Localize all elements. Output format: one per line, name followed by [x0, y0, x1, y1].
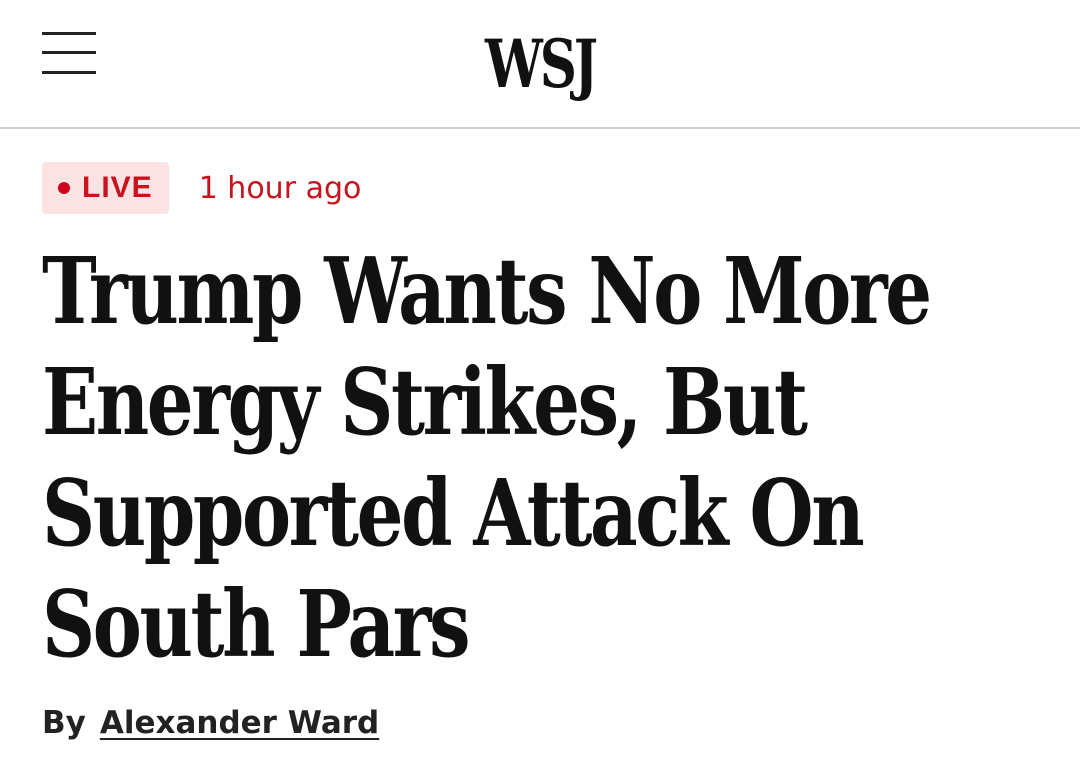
hamburger-menu-icon[interactable] — [40, 30, 100, 78]
wsj-logo[interactable]: WSJ — [462, 24, 618, 104]
article-headline: Trump Wants No More Energy Strikes, But … — [42, 237, 932, 678]
top-navigation-bar: WSJ — [0, 0, 1080, 129]
live-badge: LIVE — [42, 162, 169, 214]
byline: By Alexander Ward — [42, 700, 379, 746]
menu-line — [42, 32, 96, 35]
menu-line — [42, 51, 96, 54]
byline-prefix: By — [42, 705, 86, 741]
live-dot-icon — [58, 182, 70, 194]
timestamp: 1 hour ago — [198, 170, 362, 206]
author-link[interactable]: Alexander Ward — [100, 705, 379, 741]
article-meta-row: LIVE 1 hour ago — [42, 162, 361, 214]
menu-line — [42, 71, 96, 74]
live-label: LIVE — [82, 171, 153, 204]
